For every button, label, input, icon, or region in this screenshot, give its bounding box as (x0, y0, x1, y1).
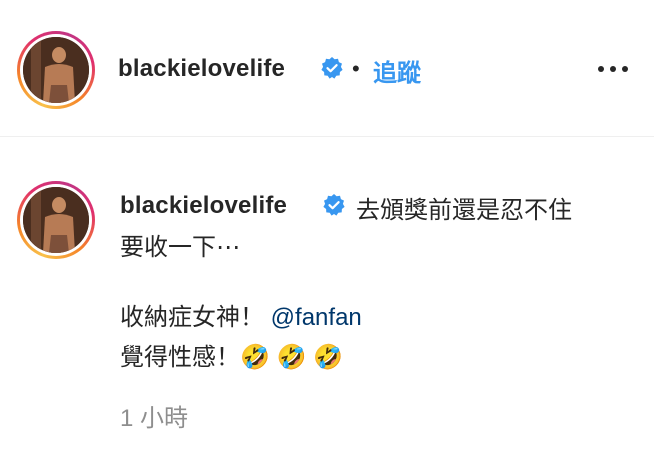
caption-text-line3: 收納症女神！ @fanfan (120, 297, 362, 332)
verified-badge-icon (321, 57, 343, 79)
caption-text-line4: 覺得性感！🤣 🤣 🤣 (120, 337, 343, 372)
verified-badge-icon (323, 194, 345, 216)
more-options-icon[interactable] (596, 58, 630, 78)
header-username[interactable]: blackielovelife (118, 55, 285, 83)
avatar-photo (23, 37, 89, 103)
avatar-figure-icon (23, 187, 89, 253)
caption-avatar[interactable] (17, 181, 95, 259)
follow-button[interactable]: 追蹤 (373, 53, 421, 88)
mention-link[interactable]: @fanfan (271, 304, 362, 331)
rofl-emoji-icon: 🤣 (240, 344, 270, 371)
avatar-figure-icon (23, 37, 89, 103)
rofl-emoji-icon: 🤣 (313, 344, 344, 371)
caption-text-line2: 要收一下⋯ (120, 234, 240, 261)
avatar-photo (23, 187, 89, 253)
post-header: blackielovelife • 追蹤 (0, 0, 654, 137)
caption-username[interactable]: blackielovelife (120, 192, 287, 220)
caption-text-sexy: 覺得性感！ (120, 344, 240, 371)
separator-dot: • (352, 56, 360, 81)
post-timestamp[interactable]: 1 小時 (120, 398, 188, 433)
caption-text-prefix: 收納症女神！ (120, 304, 271, 331)
rofl-emoji-icon: 🤣 (276, 344, 307, 371)
caption-text-line1: 去頒獎前還是忍不住 (356, 197, 572, 224)
avatar[interactable] (17, 31, 95, 109)
